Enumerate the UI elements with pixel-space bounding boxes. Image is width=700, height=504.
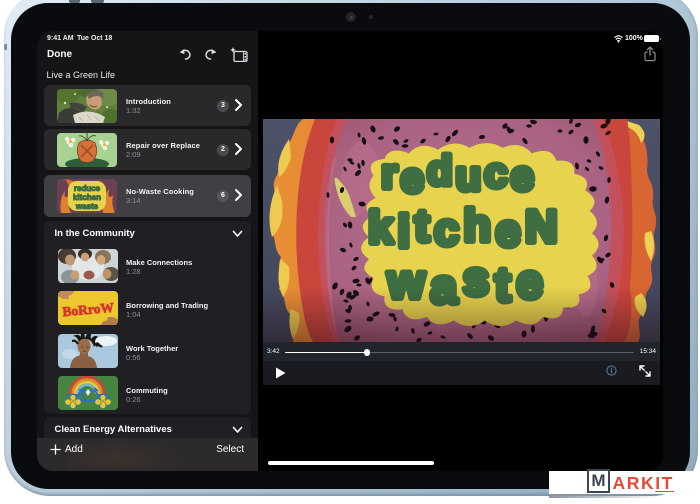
svg-text:reduce: reduce xyxy=(74,184,101,193)
svg-text:reduce: reduce xyxy=(381,147,537,201)
svg-text:kitcheN: kitcheN xyxy=(368,200,562,257)
svg-text:kitchen: kitchen xyxy=(73,193,101,202)
svg-text:waste: waste xyxy=(75,202,99,211)
